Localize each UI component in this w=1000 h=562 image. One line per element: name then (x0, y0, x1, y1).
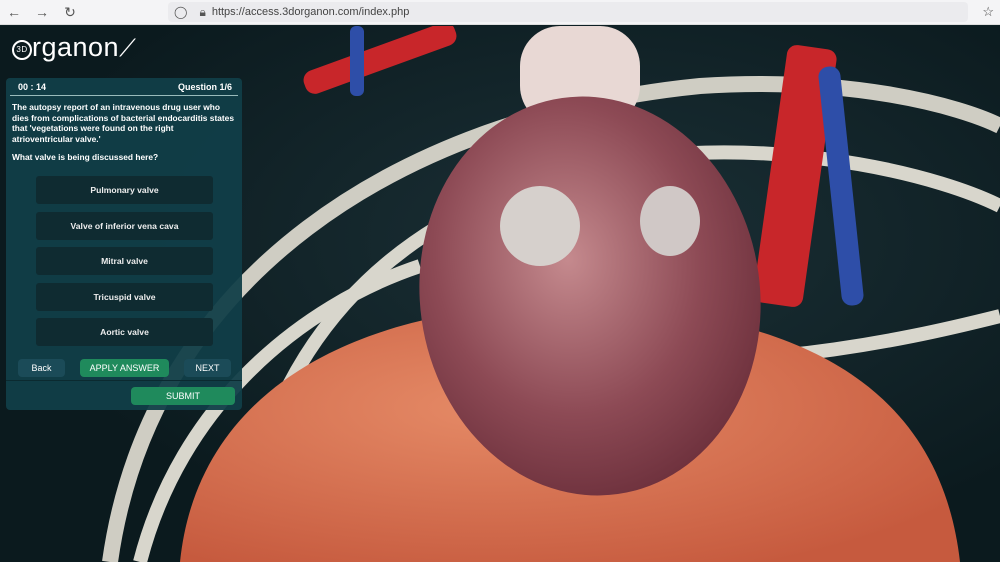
url-text: https://access.3dorganon.com/index.php (211, 6, 410, 18)
shield-icon: ◯ (174, 5, 188, 19)
scalpel-icon: ⟋ (119, 35, 137, 62)
question-prompt: What valve is being discussed here? (12, 152, 159, 162)
quiz-panel: 00 : 14 Question 1/6 The autopsy report … (6, 78, 242, 410)
artery (303, 26, 457, 94)
answer-option-tricuspid-valve[interactable]: Tricuspid valve (36, 282, 213, 311)
answer-option-valve-of-inferior-vena-cava[interactable]: Valve of inferior vena cava (36, 211, 213, 240)
next-button[interactable]: NEXT (184, 359, 231, 377)
quiz-timer: 00 : 14 (18, 82, 47, 92)
answer-option-mitral-valve[interactable]: Mitral valve (36, 247, 213, 275)
answer-option-pulmonary-valve[interactable]: Pulmonary valve (36, 176, 213, 204)
answer-option-aortic-valve[interactable]: Aortic valve (36, 318, 213, 346)
apply-answer-button[interactable]: APPLY ANSWER (80, 359, 169, 377)
logo-text: rganon (32, 32, 120, 62)
reload-icon[interactable]: ↻ (56, 4, 84, 21)
vein (818, 66, 864, 306)
question-text: The autopsy report of an intravenous dru… (12, 102, 234, 144)
submit-button[interactable]: SUBMIT (131, 387, 235, 405)
bookmark-star-icon[interactable]: ☆ (982, 4, 994, 20)
back-arrow-icon[interactable]: ← (0, 4, 28, 20)
valve (500, 186, 580, 266)
vein (350, 26, 364, 96)
organon-logo[interactable]: 3D rganon⟋ (12, 32, 136, 63)
logo-3d-badge: 3D (12, 40, 32, 60)
browser-toolbar: ← → ↻ ◯ 🔒︎ https://access.3dorganon.com/… (0, 0, 1000, 25)
back-button[interactable]: Back (18, 359, 65, 377)
valve (640, 186, 700, 256)
lock-icon: 🔒︎ (199, 4, 206, 19)
rib (779, 309, 1000, 363)
question-counter: Question 1/6 (177, 82, 232, 92)
forward-arrow-icon[interactable]: → (28, 4, 56, 20)
address-bar[interactable]: ◯ 🔒︎ https://access.3dorganon.com/index.… (168, 2, 968, 22)
